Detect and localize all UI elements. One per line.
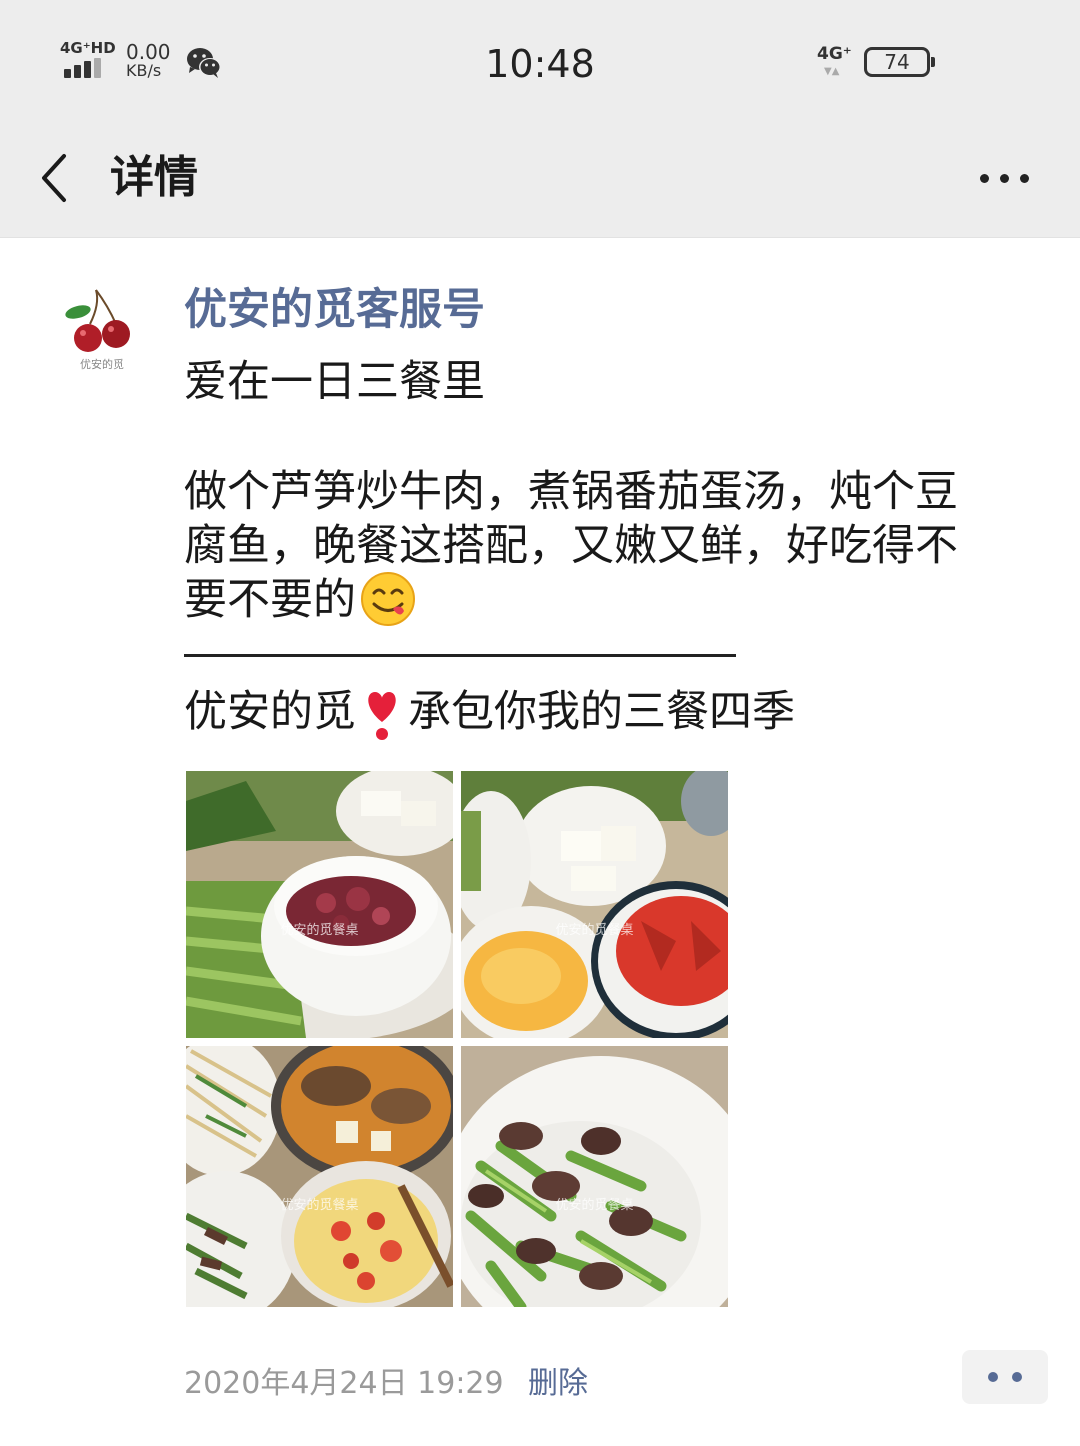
battery-icon: 74 [864,47,935,77]
photo-1[interactable]: 优安的觅餐桌 [186,771,453,1038]
post-line-4: 要不要的 [184,575,356,625]
page-title: 详情 [110,152,198,203]
avatar-caption: 优安的觅 [80,357,124,371]
photo-watermark: 优安的觅餐桌 [555,1198,634,1213]
post-date: 2020年4月24日 19:29 [184,1366,504,1401]
heart-exclamation-emoji [368,691,396,740]
more-dots-icon[interactable] [972,160,1036,200]
divider-line [184,654,736,657]
post-text: 爱在一日三餐里 做个芦笋炒牛肉，煮锅番茄蛋汤，炖个豆 腐鱼，晚餐这搭配，又嫩又鲜… [184,355,1024,627]
slogan-part-1: 优安的觅 [184,687,356,737]
status-bar: 4G⁺HD 0.00 KB/s 10:48 4G⁺ ▼▲ 74 [0,0,1080,120]
slogan: 优安的觅 承包你我的三餐四季 [184,684,795,742]
nav-bar: 详情 [0,120,1080,238]
photo-watermark: 优安的觅餐桌 [555,923,634,938]
avatar[interactable]: 优安的觅 [56,284,148,384]
post-line-2: 做个芦笋炒牛肉，煮锅番茄蛋汤，炖个豆 [184,467,958,517]
photo-2[interactable]: 优安的觅餐桌 [461,771,728,1038]
author-name[interactable]: 优安的觅客服号 [184,280,485,340]
yum-face-emoji [361,571,415,626]
photo-grid: 优安的觅餐桌 优安的觅餐桌 优安的觅餐桌 优安的觅餐桌 [186,771,729,1307]
data-arrows-icon: ▼▲ [824,66,840,77]
delete-link[interactable]: 删除 [528,1362,588,1406]
photo-4[interactable]: 优安的觅餐桌 [461,1046,728,1307]
photo-watermark: 优安的觅餐桌 [280,923,359,938]
post-line-1: 爱在一日三餐里 [184,357,485,407]
post-line-3: 腐鱼，晚餐这搭配，又嫩又鲜，好吃得不 [184,521,958,571]
back-chevron-left-icon[interactable] [36,148,76,208]
photo-watermark: 优安的觅餐桌 [280,1198,359,1213]
photo-3[interactable]: 优安的觅餐桌 [186,1046,453,1307]
comment-dots-icon[interactable] [962,1350,1048,1404]
slogan-part-2: 承包你我的三餐四季 [408,687,795,737]
battery-level: 74 [884,50,910,74]
post-line-4-wrap: 要不要的 [184,571,1024,627]
network-type-right: 4G⁺ [817,44,852,64]
